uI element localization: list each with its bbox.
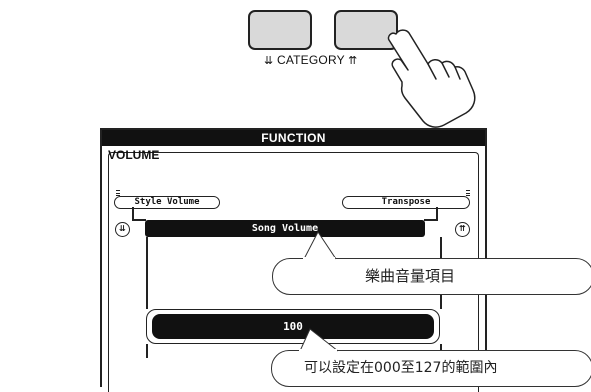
double-arrow-up-icon: ⇈ (455, 222, 470, 237)
lcd-header: FUNCTION (102, 130, 485, 146)
double-arrow-up-icon: ⇈ (348, 54, 358, 67)
callout-range-note: 可以設定在000至127的範圍內 (271, 350, 591, 387)
previous-function-item: Style Volume (114, 196, 220, 209)
double-arrow-down-icon: ⇊ (115, 222, 130, 237)
selection-bracket-left (132, 207, 146, 221)
current-function-item: Song Volume (145, 220, 425, 237)
category-down-button[interactable] (248, 10, 312, 50)
value-display: 100 (152, 314, 434, 339)
indicator-mark (466, 190, 470, 196)
leader-line (146, 237, 148, 309)
category-label: ⇊ CATEGORY ⇈ (264, 53, 358, 67)
leader-line (146, 344, 148, 358)
next-function-item: Transpose (342, 196, 470, 209)
category-up-button[interactable] (334, 10, 398, 50)
selection-bracket-right (424, 207, 438, 221)
callout-item-note: 樂曲音量項目 (272, 258, 591, 295)
double-arrow-down-icon: ⇊ (264, 54, 274, 67)
lcd-title: VOLUME (108, 148, 160, 162)
